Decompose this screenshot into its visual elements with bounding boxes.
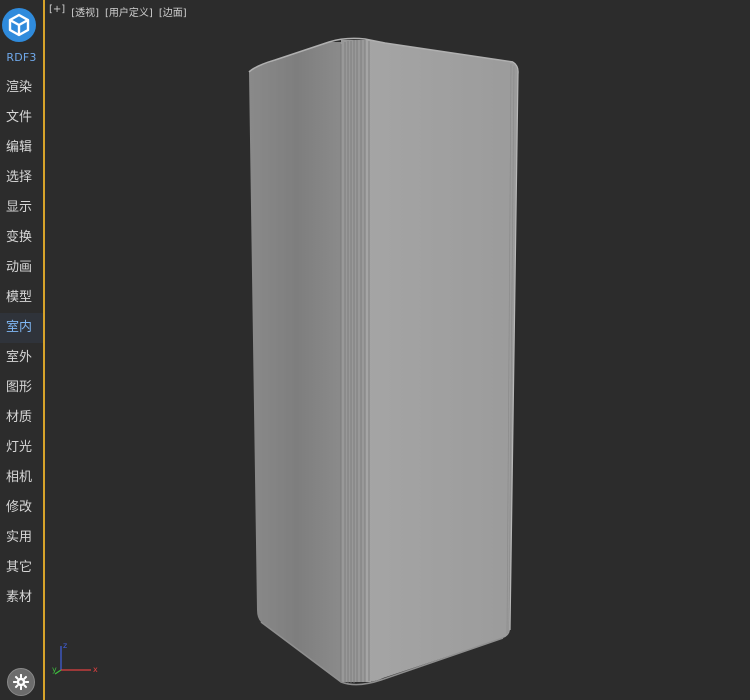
gear-icon[interactable] bbox=[7, 668, 35, 696]
sidebar-item-utilities[interactable]: 实用 bbox=[0, 523, 43, 553]
sidebar-item-animation[interactable]: 动画 bbox=[0, 253, 43, 283]
sidebar-item-exterior[interactable]: 室外 bbox=[0, 343, 43, 373]
sidebar-item-file[interactable]: 文件 bbox=[0, 103, 43, 133]
sidebar-item-select[interactable]: 选择 bbox=[0, 163, 43, 193]
axis-z-label: z bbox=[63, 641, 67, 650]
sidebar-item-shapes[interactable]: 图形 bbox=[0, 373, 43, 403]
sidebar-item-camera[interactable]: 相机 bbox=[0, 463, 43, 493]
sidebar-item-model[interactable]: 模型 bbox=[0, 283, 43, 313]
sidebar-item-other[interactable]: 其它 bbox=[0, 553, 43, 583]
sidebar-menu: 渲染 文件 编辑 选择 显示 变换 动画 模型 室内 室外 图形 材质 灯光 相… bbox=[0, 73, 43, 613]
cube-logo-icon[interactable] bbox=[2, 8, 36, 42]
sidebar-item-assets[interactable]: 素材 bbox=[0, 583, 43, 613]
brand-label: RDF3 bbox=[6, 51, 37, 64]
sidebar-item-display[interactable]: 显示 bbox=[0, 193, 43, 223]
sidebar-item-modify[interactable]: 修改 bbox=[0, 493, 43, 523]
axis-gizmo: z x y bbox=[52, 641, 98, 675]
sidebar-item-lights[interactable]: 灯光 bbox=[0, 433, 43, 463]
viewport-perspective[interactable]: [+] [透视] [用户定义] [边面] z x y bbox=[45, 0, 750, 700]
sidebar-item-materials[interactable]: 材质 bbox=[0, 403, 43, 433]
sidebar-item-transform[interactable]: 变换 bbox=[0, 223, 43, 253]
sidebar-item-edit[interactable]: 编辑 bbox=[0, 133, 43, 163]
axis-x-label: x bbox=[93, 665, 98, 674]
axis-y-label: y bbox=[52, 665, 57, 674]
sidebar-item-interior[interactable]: 室内 bbox=[0, 313, 43, 343]
sidebar: RDF3 渲染 文件 编辑 选择 显示 变换 动画 模型 室内 室外 图形 材质… bbox=[0, 0, 43, 700]
sidebar-item-render[interactable]: 渲染 bbox=[0, 73, 43, 103]
3d-box-model[interactable] bbox=[45, 0, 750, 700]
